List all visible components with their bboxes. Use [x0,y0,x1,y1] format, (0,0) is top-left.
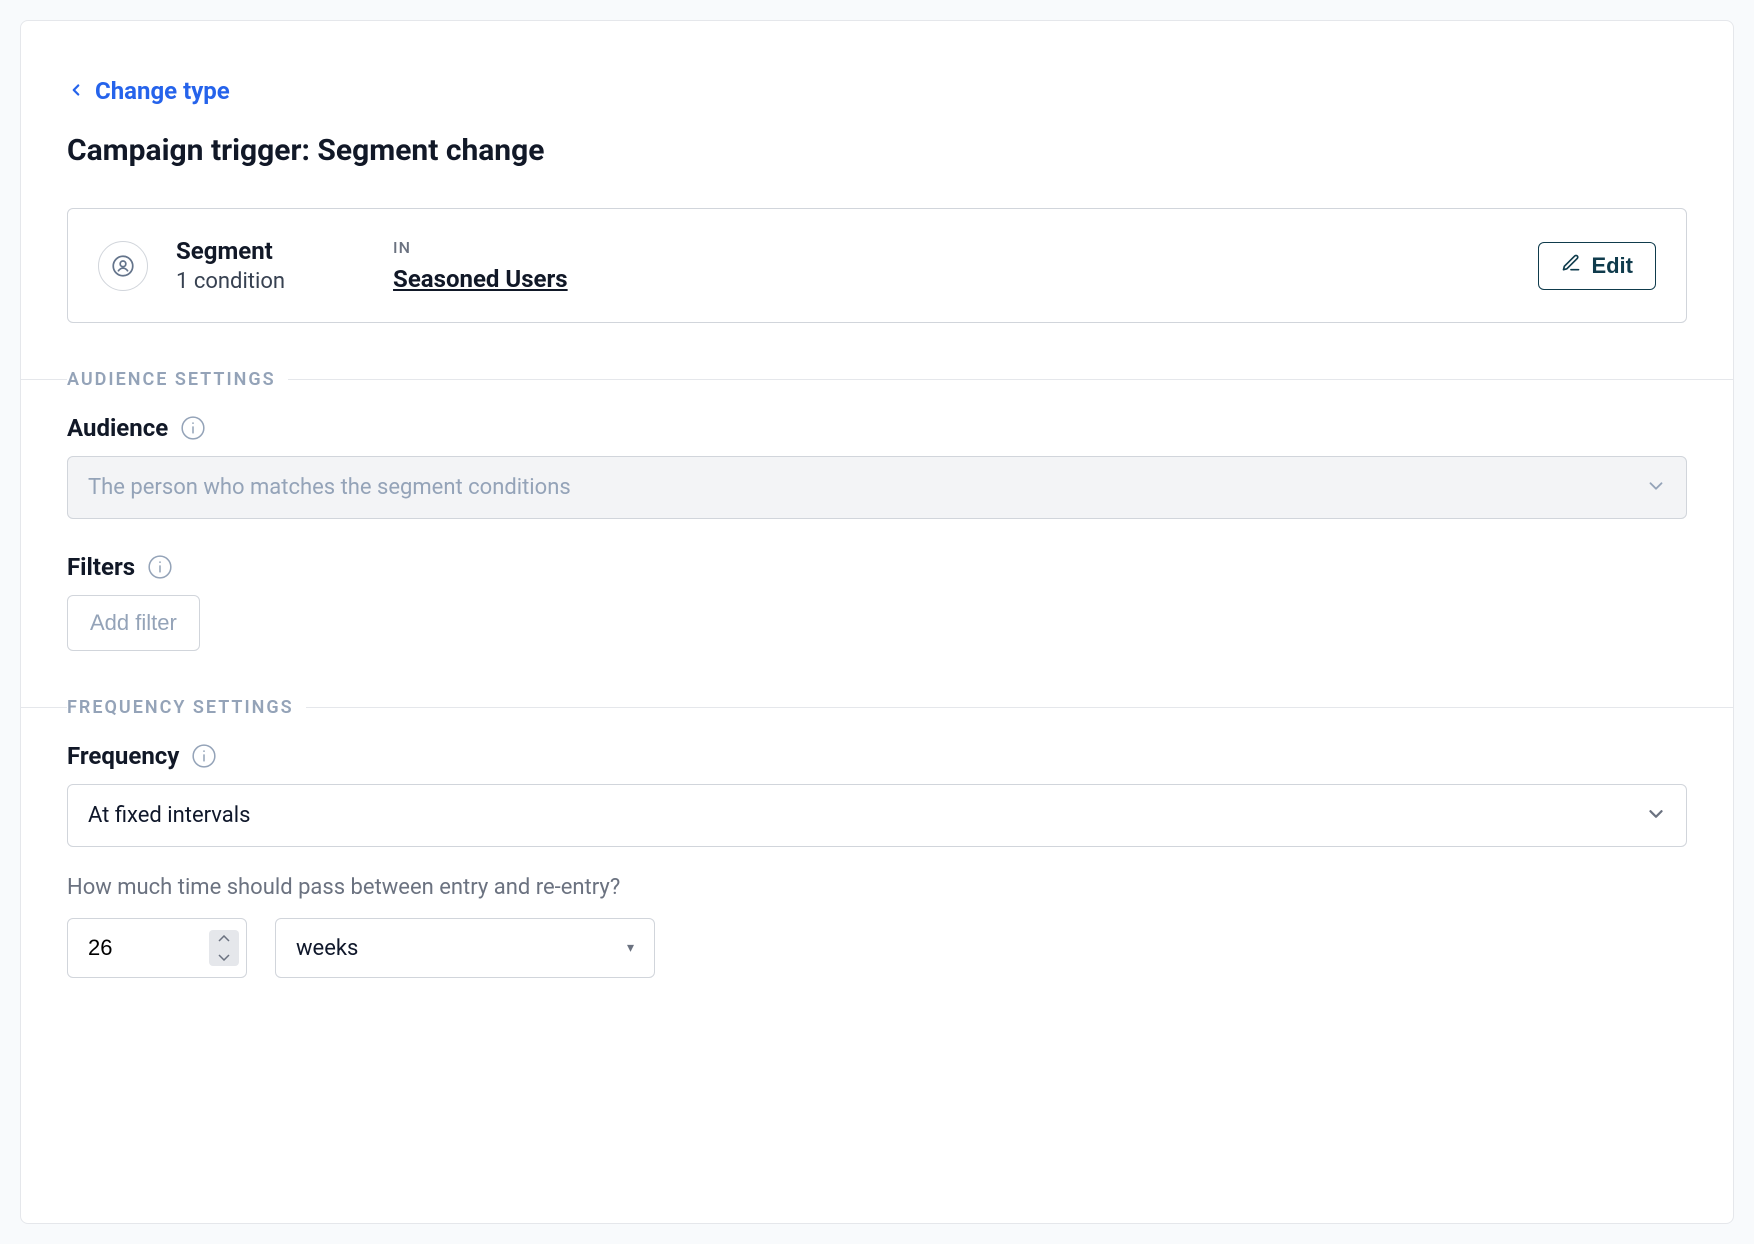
edit-button-label: Edit [1591,253,1633,279]
trigger-summary-card: Segment 1 condition IN Seasoned Users Ed… [67,208,1687,323]
audience-section-divider: AUDIENCE SETTINGS [21,379,1733,380]
info-icon[interactable] [191,743,217,769]
page-title: Campaign trigger: Segment change [67,133,1687,168]
interval-unit-value: weeks [296,936,358,961]
chevron-down-icon [1645,803,1667,829]
segment-name-link[interactable]: Seasoned Users [393,265,568,293]
frequency-field-label: Frequency [67,742,1687,770]
reentry-helper-text: How much time should pass between entry … [67,875,1687,900]
frequency-section-divider: FREQUENCY SETTINGS [21,707,1733,708]
audience-select-value: The person who matches the segment condi… [88,475,571,500]
chevron-left-icon [67,77,85,105]
segment-icon [98,241,148,291]
step-down-icon[interactable] [218,948,230,966]
edit-trigger-button[interactable]: Edit [1538,242,1656,290]
info-icon[interactable] [180,415,206,441]
add-filter-button[interactable]: Add filter [67,595,200,651]
info-icon[interactable] [147,554,173,580]
trigger-title: Segment [176,237,285,265]
frequency-select[interactable]: At fixed intervals [67,784,1687,847]
change-type-link[interactable]: Change type [67,77,230,105]
filters-field-label: Filters [67,553,1687,581]
number-stepper[interactable] [209,930,239,966]
filters-label-text: Filters [67,553,135,581]
audience-section-label: AUDIENCE SETTINGS [67,369,288,390]
interval-unit-select[interactable]: weeks ▾ [275,918,655,978]
audience-field-label: Audience [67,414,1687,442]
audience-select: The person who matches the segment condi… [67,456,1687,519]
settings-panel: Change type Campaign trigger: Segment ch… [20,20,1734,1224]
change-type-label: Change type [95,77,230,105]
trigger-condition-count: 1 condition [176,269,285,294]
step-up-icon[interactable] [218,930,230,948]
chevron-down-icon [1645,475,1667,501]
frequency-section-label: FREQUENCY SETTINGS [67,697,306,718]
frequency-label-text: Frequency [67,742,179,770]
pencil-icon [1561,253,1581,279]
caret-down-icon: ▾ [627,940,634,956]
frequency-select-value: At fixed intervals [88,803,250,828]
audience-label-text: Audience [67,414,168,442]
relation-label: IN [393,238,568,257]
